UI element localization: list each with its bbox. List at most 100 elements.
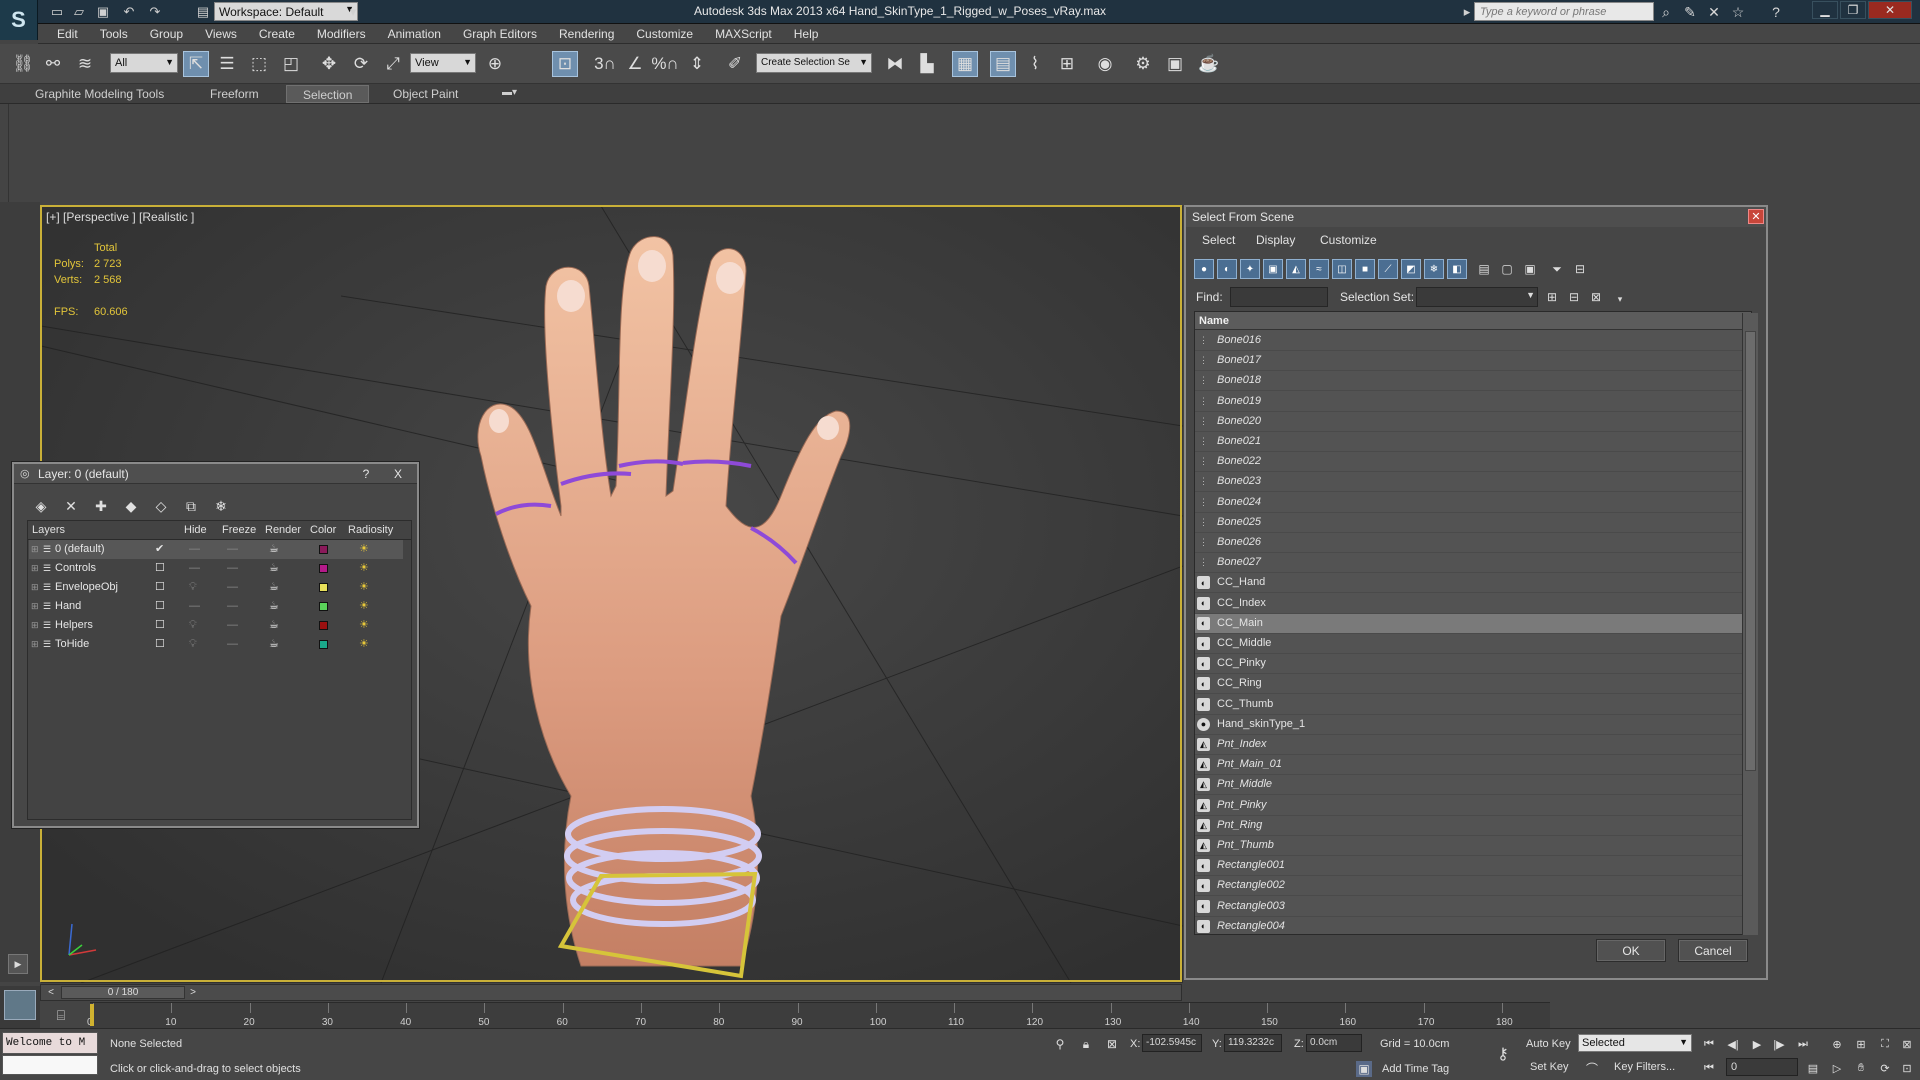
unlink-icon[interactable]: ⚯ [40,51,66,77]
sfs-close-button[interactable]: ✕ [1748,209,1764,224]
selection-filter-dropdown[interactable]: All ▼ [110,53,178,73]
maxscript-output[interactable] [2,1055,98,1075]
freeze-toggle-icon[interactable]: — [227,540,238,559]
scene-object-row[interactable]: ◐ CC_Main [1195,613,1743,634]
keyword-search-input[interactable]: Type a keyword or phrase [1474,2,1654,21]
find-input[interactable] [1230,287,1328,307]
col-radiosity[interactable]: Radiosity [348,521,393,539]
expand-icon[interactable]: ⊞ [31,616,39,635]
move-icon[interactable]: ✥ [316,51,342,77]
display-hidden-icon[interactable]: ◧ [1447,259,1467,279]
select-all-icon[interactable]: ▤ [1474,259,1494,279]
curve-editor-icon[interactable]: ⌇ [1022,51,1048,77]
display-shapes-icon[interactable]: ◐ [1217,259,1237,279]
scale-icon[interactable]: ⤢ [380,51,406,77]
current-layer-box-icon[interactable]: ☐ [155,635,165,654]
filter-options-icon[interactable]: ⊟ [1570,259,1590,279]
maxscript-listener-input[interactable]: Welcome to M [2,1032,98,1054]
layer-color-swatch[interactable] [319,564,328,573]
key-mode-dropdown[interactable]: Selected ▼ [1578,1034,1692,1052]
selection-set-dropdown[interactable]: ▼ [1416,287,1538,307]
freeze-toggle-icon[interactable]: — [227,635,238,654]
scene-object-row[interactable]: ◐ Rectangle003 [1195,897,1743,917]
hide-toggle-icon[interactable]: — [189,540,200,559]
material-editor-icon[interactable]: ◉ [1092,51,1118,77]
select-object-icon[interactable]: ⇱ [183,51,209,77]
delete-layer-icon[interactable]: ✕ [60,496,82,516]
named-selection-dropdown[interactable]: Create Selection Se ▼ [756,53,872,73]
scene-object-row[interactable]: ⋮ Bone021 [1195,432,1743,452]
graphite-toggle-icon[interactable]: ▤ [990,51,1016,77]
current-layer-box-icon[interactable]: ☐ [155,616,165,635]
render-setup-icon[interactable]: ⚙ [1130,51,1156,77]
freeze-toggle-icon[interactable]: — [227,578,238,597]
field-of-view-icon[interactable]: ▷ [1828,1060,1846,1076]
open-mini-curve-icon[interactable]: ⌸ [48,1004,74,1026]
highlight-layer-icon[interactable]: ◇ [150,496,172,516]
current-layer-box-icon[interactable]: ☐ [155,597,165,616]
radiosity-icon[interactable]: ☀ [359,559,369,578]
hide-toggle-icon[interactable]: 💡︎ [189,578,197,597]
menu-create[interactable]: Create [248,24,306,41]
binoculars-icon[interactable]: ⌕ [1656,3,1676,21]
viewport-label[interactable]: [+] [Perspective ] [Realistic ] [46,210,194,224]
layer-color-swatch[interactable] [319,545,328,554]
reference-coordinate-dropdown[interactable]: View ▼ [410,53,476,73]
select-none-icon[interactable]: ▢ [1497,259,1517,279]
set-key-button[interactable]: Set Key [1530,1061,1569,1073]
add-time-tag[interactable]: Add Time Tag [1382,1063,1449,1075]
scene-object-row[interactable]: ◭ Pnt_Middle [1195,775,1743,796]
display-xrefs-icon[interactable]: ■ [1355,259,1375,279]
redo-icon[interactable]: ↷ [146,3,164,20]
col-render[interactable]: Render [265,521,301,539]
display-containers-icon[interactable]: ◩ [1401,259,1421,279]
current-frame-field[interactable]: 0 [1726,1058,1798,1076]
tab-selection[interactable]: Selection [286,85,370,103]
scene-object-row[interactable]: ● Hand_skinType_1 [1195,715,1743,735]
hide-all-layers-icon[interactable]: ⧉ [180,496,202,516]
zoom-icon[interactable]: ⊕ [1828,1036,1846,1052]
display-cameras-icon[interactable]: ▣ [1263,259,1283,279]
layer-name[interactable]: Hand [55,597,81,616]
layer-close-button[interactable]: X [386,465,410,482]
scene-object-row[interactable]: ⋮ Bone024 [1195,493,1743,513]
previous-frame-icon[interactable]: ◀| [1724,1036,1742,1052]
key-mode-toggle-icon[interactable]: ⏮ [1700,1060,1718,1076]
scene-object-row[interactable]: ⋮ Bone016 [1195,331,1743,351]
subscription-icon[interactable]: ✎ [1680,3,1700,21]
selset-select-icon[interactable]: ⊠ [1586,287,1606,307]
scene-object-row[interactable]: ⋮ Bone018 [1195,371,1743,392]
time-slider[interactable]: < 0 / 180 > [40,984,1182,1001]
scene-object-row[interactable]: ◐ Rectangle004 [1195,917,1743,934]
layer-row[interactable]: ⊞ ☰ EnvelopeObj ☐ 💡︎ — ☕︎ ☀ [29,578,403,597]
rotate-icon[interactable]: ⟳ [348,51,374,77]
render-teapot-icon[interactable]: ☕︎ [269,597,279,616]
prev-frame-arrow-icon[interactable]: < [43,985,59,1000]
col-freeze[interactable]: Freeze [222,521,256,539]
mirror-icon[interactable]: ⧓ [882,51,908,77]
scene-object-row[interactable]: ⋮ Bone027 [1195,553,1743,574]
scene-object-row[interactable]: ◐ CC_Pinky [1195,654,1743,675]
align-icon[interactable]: ▙ [914,51,940,77]
workspace-dropdown[interactable]: Workspace: Default ▼ [214,2,358,21]
menu-modifiers[interactable]: Modifiers [306,24,377,41]
layer-name[interactable]: Controls [55,559,96,578]
selset-remove-icon[interactable]: ⊟ [1564,287,1584,307]
hide-toggle-icon[interactable]: 💡︎ [189,635,197,654]
scene-object-row[interactable]: ⋮ Bone022 [1195,452,1743,473]
render-teapot-icon[interactable]: ☕︎ [269,616,279,635]
minimize-button[interactable]: ▁ [1812,1,1838,19]
spinner-snap-icon[interactable]: ⇕ [684,51,710,77]
next-frame-arrow-icon[interactable]: > [185,985,201,1000]
schematic-view-icon[interactable]: ⊞ [1054,51,1080,77]
menu-tools[interactable]: Tools [89,24,139,41]
tab-object-paint[interactable]: Object Paint [393,87,458,101]
render-teapot-icon[interactable]: ☕︎ [269,578,279,597]
window-crossing-icon[interactable]: ◰ [278,51,304,77]
display-frozen-icon[interactable]: ❄ [1424,259,1444,279]
layer-help-button[interactable]: ? [354,465,378,482]
lock-selection-icon[interactable]: 🔒︎ [1078,1036,1094,1052]
save-icon[interactable]: ▣ [94,3,112,20]
selset-add-icon[interactable]: ⊞ [1542,287,1562,307]
hide-toggle-icon[interactable]: 💡︎ [189,616,197,635]
